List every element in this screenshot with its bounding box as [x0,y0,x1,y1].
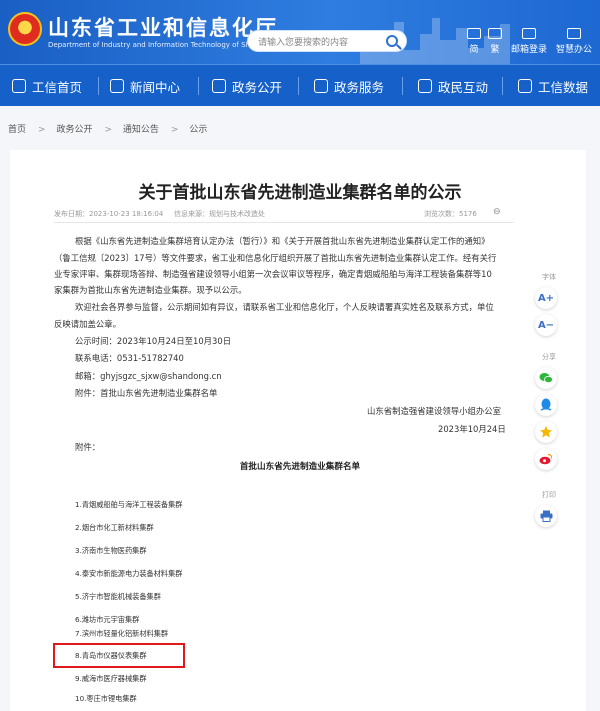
nav-divider [298,77,299,95]
affairs-icon [212,79,226,93]
share-qq-button[interactable] [535,394,557,416]
publish-date: 发布日期：2023-10-23 18:16:04 [54,210,164,218]
attachment-line[interactable]: 附件：首批山东省先进制造业集群名单 [75,388,217,398]
list-item: 3.济南市生物医药集群 [75,546,147,555]
share-label: 分享 [542,353,556,361]
emblem-logo [8,12,42,46]
print-small-icon[interactable]: ⊖ [493,207,501,217]
mail-login-link[interactable]: 邮箱登录 [511,28,547,55]
paragraph-line: （鲁工信规〔2023〕17号）等文件要求，省工业和信息化厅组织开展了首批山东省先… [54,253,497,263]
printer-icon [540,510,552,522]
simplified-chinese-link[interactable]: 简 [467,28,481,55]
nav-item-interaction[interactable]: 政民互动 [418,65,488,107]
nav-divider [402,77,403,95]
site-title[interactable]: 山东省工业和信息化厅 [48,12,278,42]
smart-office-link[interactable]: 智慧办公 [556,28,592,55]
list-item: 1.青烟威船舶与海洋工程装备集群 [75,500,183,509]
paragraph-line: 欢迎社会各界参与监督，公示期间如有异议，请联系省工业和信息化厅，个人反映请署真实… [75,302,494,312]
print-button[interactable] [535,505,557,527]
service-icon [314,79,328,93]
nav-item-service[interactable]: 政务服务 [314,65,384,107]
simplified-icon [467,28,481,39]
article-title: 关于首批山东省先进制造业集群名单的公示 [138,183,462,203]
mail-icon [522,28,536,39]
info-source: 信息来源：规划与技术改造处 [174,210,265,218]
nav-divider [98,77,99,95]
weibo-icon [539,453,553,465]
wechat-icon [539,373,553,384]
list-item: 10.枣庄市锂电集群 [75,694,137,703]
list-item: 6.潍坊市元宇宙集群 [75,615,140,624]
breadcrumb: 首页 > 政务公开 > 通知公告 > 公示 [8,125,208,135]
font-increase-button[interactable]: A+ [535,287,557,309]
breadcrumb-notices[interactable]: 通知公告 [123,125,159,135]
cluster-list-title: 首批山东省先进制造业集群名单 [239,462,361,472]
list-item: 5.济宁市智能机械装备集群 [75,592,161,601]
paragraph-line: 家集群为首批山东省先进制造业集群。现予以公示。 [54,285,247,295]
site-header: 山东省工业和信息化厅 Department of Industry and In… [0,0,600,64]
signature: 山东省制造强省建设领导小组办公室 [367,406,501,416]
nav-divider [198,77,199,95]
search-icon[interactable] [386,35,398,47]
font-label: 字体 [542,273,556,281]
breadcrumb-affairs[interactable]: 政务公开 [56,125,92,135]
nav-item-home[interactable]: 工信首页 [12,65,82,107]
contact-phone: 联系电话：0531-51782740 [75,353,184,363]
nav-item-affairs[interactable]: 政务公开 [212,65,282,107]
search-input[interactable]: 请输入您要搜索的内容 [258,35,348,48]
view-count: 浏览次数：5176 [424,210,477,218]
share-wechat-button[interactable] [535,367,557,389]
qq-icon [540,398,552,411]
breadcrumb-current[interactable]: 公示 [189,125,207,135]
share-weibo-button[interactable] [535,448,557,470]
contact-email[interactable]: 邮箱：ghyjsgzc_sjxw@shandong.cn [75,371,222,381]
nav-item-news[interactable]: 新闻中心 [110,65,180,107]
list-item: 9.威海市医疗器械集群 [75,674,147,683]
breadcrumb-home[interactable]: 首页 [8,125,26,135]
font-decrease-button[interactable]: A− [535,314,557,336]
main-nav: 工信首页 新闻中心 政务公开 政务服务 政民互动 工信数据 [0,64,600,106]
nav-item-data[interactable]: 工信数据 [518,65,588,107]
paragraph-line: 业专家评审、集群现场答辩、制造强省建设领导小组第一次会议审议等程序，确定青烟威船… [54,269,492,279]
paragraph-line: 根据《山东省先进制造业集群培育认定办法（暂行）》和《关于开展首批山东省先进制造业… [75,236,490,246]
data-icon [518,79,532,93]
list-item: 7.滨州市轻量化铝新材料集群 [75,629,169,638]
traditional-chinese-link[interactable]: 繁 [488,28,502,55]
interaction-icon [418,79,432,93]
notice-period: 公示时间：2023年10月24日至10月30日 [75,336,232,346]
office-icon [567,28,581,39]
home-icon [12,79,26,93]
traditional-icon [488,28,502,39]
list-item: 2.烟台市化工新材料集群 [75,523,154,532]
list-item: 4.泰安市新能源电力装备材料集群 [75,569,183,578]
share-qzone-button[interactable] [535,421,557,443]
highlight-box [53,643,185,668]
attachment-label: 附件： [75,442,101,452]
meta-divider [54,222,514,223]
search-box[interactable]: 请输入您要搜索的内容 [247,30,407,52]
news-icon [110,79,124,93]
print-label: 打印 [542,491,556,499]
nav-divider [502,77,503,95]
star-icon [540,426,552,438]
sign-date: 2023年10月24日 [438,424,506,434]
paragraph-line: 反映请加盖公章。 [54,319,121,329]
